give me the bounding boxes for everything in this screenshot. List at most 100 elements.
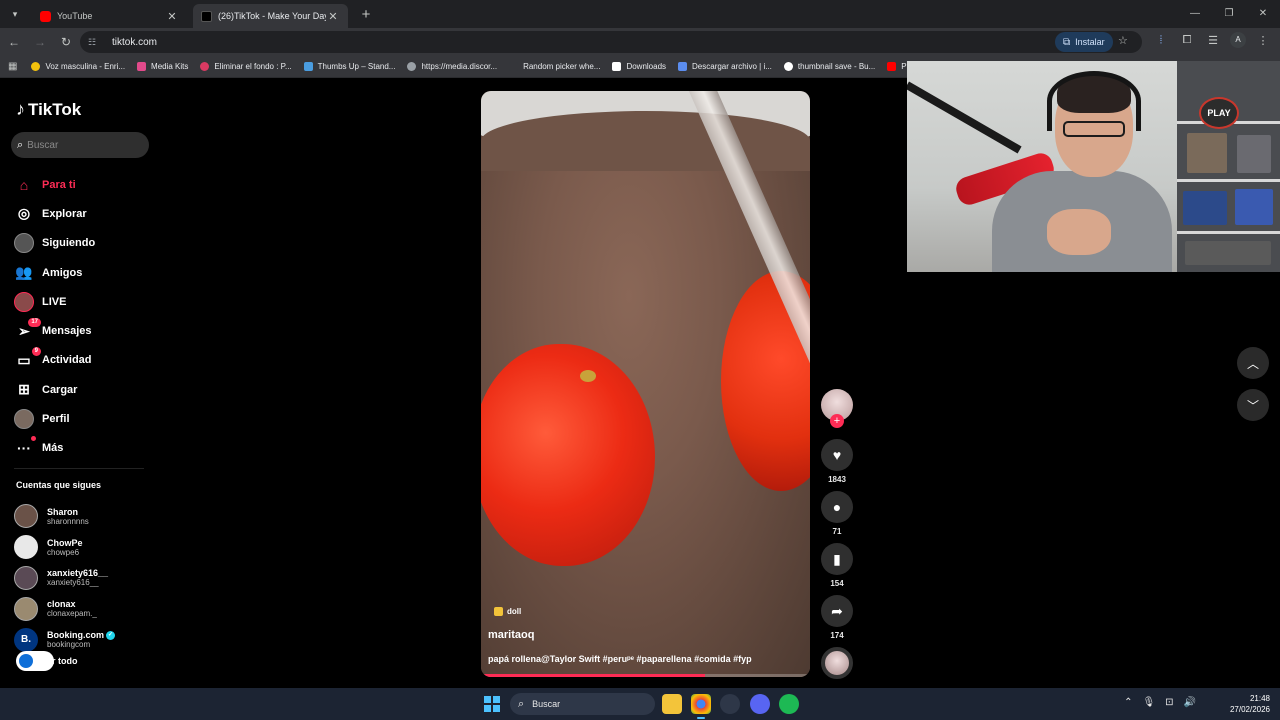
- bookmark-label: Eliminar el fondo : P...: [214, 62, 292, 71]
- follow-plus-button[interactable]: +: [830, 414, 844, 428]
- forward-icon[interactable]: →: [28, 35, 52, 49]
- toolbar-icons: ⦙ ⧠ ☰ A ⋮: [1152, 32, 1272, 48]
- discord-icon[interactable]: [750, 694, 770, 714]
- account-handle: chowpe6: [47, 547, 80, 557]
- obs-icon[interactable]: [720, 694, 740, 714]
- search-input[interactable]: ⌕ Buscar: [11, 132, 149, 158]
- network-icon[interactable]: ⊡: [1165, 697, 1173, 708]
- bookmark-favicon: [137, 62, 147, 71]
- sidebar-item-amigos[interactable]: 👥 Amigos: [14, 258, 95, 287]
- close-tab-icon[interactable]: ✕: [326, 10, 340, 23]
- sidebar-item-explorar[interactable]: ◎ Explorar: [14, 199, 95, 228]
- tab-tiktok[interactable]: (26)TikTok - Make Your Day ✕: [193, 4, 348, 28]
- minimize-icon[interactable]: —: [1178, 0, 1212, 28]
- sound-disc-icon[interactable]: [821, 647, 853, 679]
- restore-icon[interactable]: ❐: [1212, 0, 1246, 28]
- sidebar-item-actividad[interactable]: ▭ 9 Actividad: [14, 346, 95, 375]
- glasses: [1063, 121, 1125, 137]
- site-info-icon[interactable]: ☷: [88, 37, 100, 48]
- sidebar-item-siguiendo[interactable]: Siguiendo: [14, 229, 95, 258]
- bookmark-item[interactable]: Random picker whe...: [509, 62, 600, 71]
- bookmark-star-icon[interactable]: ☆: [1118, 34, 1128, 47]
- sidebar-item-mensajes[interactable]: ➢ 17 Mensajes: [14, 316, 95, 345]
- bookmark-favicon: [678, 62, 688, 71]
- bookmark-item[interactable]: Voz masculina - Enri...: [31, 62, 125, 71]
- media-cast-icon[interactable]: ⦙: [1152, 34, 1170, 47]
- microphone-icon[interactable]: 🎙: [1142, 697, 1155, 708]
- bookmark-label: Random picker whe...: [523, 62, 601, 71]
- sidebar-item-cargar[interactable]: ⊞ Cargar: [14, 375, 95, 404]
- logo-text: TikTok: [28, 99, 82, 119]
- toggle-knob: [19, 654, 33, 668]
- following-item-chowpe[interactable]: ChowPe chowpe6: [14, 532, 115, 563]
- address-bar-row: ← → ↻ ☷ tiktok.com ⧉ Instalar ☆ ⦙ ⧠ ☰ A …: [0, 28, 1280, 56]
- video-progress-bar[interactable]: [481, 674, 810, 677]
- bookmark-item[interactable]: Media Kits: [137, 62, 188, 71]
- spotify-icon[interactable]: [779, 694, 799, 714]
- system-tray: ⌃ 🎙 ⊡ 🔊: [1124, 697, 1196, 708]
- webcam-shelf: [1177, 61, 1280, 272]
- chevron-up-icon[interactable]: ⌃: [1124, 697, 1132, 708]
- bookmark-item[interactable]: Descargar archivo | i...: [678, 62, 772, 71]
- sidebar-item-live[interactable]: LIVE: [14, 287, 95, 316]
- url-field[interactable]: ☷ tiktok.com: [80, 31, 1142, 53]
- see-all-link[interactable]: er todo: [16, 651, 78, 671]
- close-tab-icon[interactable]: ✕: [165, 10, 179, 23]
- sidebar-item-mas[interactable]: ··· Más: [14, 434, 95, 463]
- bookmark-item[interactable]: Thumbs Up – Stand...: [303, 62, 395, 71]
- apps-grid-icon[interactable]: ▦: [8, 61, 17, 72]
- close-window-icon[interactable]: ✕: [1246, 0, 1280, 28]
- following-item-sharon[interactable]: Sharon sharonnnns: [14, 501, 115, 532]
- side-panel-icon[interactable]: ☰: [1204, 34, 1222, 47]
- save-button[interactable]: ▮: [821, 543, 853, 575]
- bookmark-item[interactable]: Downloads: [612, 62, 666, 71]
- youtube-icon: [887, 62, 897, 71]
- tab-youtube[interactable]: YouTube ✕: [32, 4, 187, 28]
- share-button[interactable]: ➦: [821, 595, 853, 627]
- start-button[interactable]: [484, 696, 500, 712]
- booking-logo-icon: B.: [14, 627, 38, 652]
- sound-icon: [494, 607, 503, 616]
- comment-icon: ●: [832, 499, 842, 515]
- like-button[interactable]: ♥: [821, 439, 853, 471]
- more-menu-icon[interactable]: ⋮: [1254, 34, 1272, 47]
- following-item-clonax[interactable]: clonax clonaxepam._: [14, 593, 115, 624]
- following-item-xanxiety[interactable]: xanxiety616__ xanxiety616__: [14, 563, 115, 594]
- account-handle: sharonnnns: [47, 516, 89, 526]
- bookmark-favicon: [303, 62, 313, 71]
- video-player[interactable]: doll maritaoq papá rollena@Taylor Swift …: [481, 91, 810, 677]
- globe-icon: [407, 62, 417, 71]
- new-tab-button[interactable]: +: [356, 6, 376, 23]
- account-name: ChowPe: [47, 537, 83, 548]
- back-icon[interactable]: ←: [2, 35, 26, 49]
- comment-button[interactable]: ●: [821, 491, 853, 523]
- extensions-icon[interactable]: ⧠: [1178, 34, 1196, 47]
- taskbar-clock[interactable]: 21:48 27/02/2026: [1230, 693, 1270, 715]
- sidebar-item-label: Explorar: [42, 207, 87, 220]
- install-app-button[interactable]: ⧉ Instalar: [1055, 32, 1113, 52]
- bookmark-item[interactable]: https://media.discor...: [407, 62, 497, 71]
- reload-icon[interactable]: ↻: [54, 35, 78, 49]
- chrome-icon[interactable]: [691, 694, 711, 719]
- profile-avatar[interactable]: A: [1230, 32, 1246, 48]
- volume-icon[interactable]: 🔊: [1184, 697, 1196, 708]
- video-username[interactable]: maritaoq: [488, 629, 534, 641]
- next-video-button[interactable]: ﹀: [1237, 389, 1269, 421]
- video-sound-tag[interactable]: doll: [494, 607, 521, 616]
- bookmark-item[interactable]: thumbnail save - Bu...: [783, 62, 875, 71]
- previous-video-button[interactable]: ︿: [1237, 347, 1269, 379]
- sidebar-item-para-ti[interactable]: ⌂ Para ti: [14, 170, 95, 199]
- bookmark-item[interactable]: Eliminar el fondo : P...: [200, 62, 292, 71]
- tab-search-menu-icon[interactable]: ▾: [4, 3, 26, 25]
- bookmark-icon: ▮: [833, 550, 841, 567]
- tiktok-note-icon: ♪: [16, 99, 25, 119]
- chevron-up-icon: ︿: [1246, 356, 1259, 371]
- account-handle: bookingcom: [47, 640, 91, 650]
- tiktok-logo[interactable]: ♪ TikTok: [16, 99, 81, 120]
- floating-toggle[interactable]: [16, 651, 54, 671]
- following-section-title: Cuentas que sigues: [16, 480, 102, 490]
- file-explorer-icon[interactable]: [662, 694, 682, 714]
- sidebar-item-label: Amigos: [42, 266, 83, 279]
- sidebar-item-perfil[interactable]: Perfil: [14, 404, 95, 433]
- taskbar-search[interactable]: ⌕ Buscar: [510, 693, 655, 715]
